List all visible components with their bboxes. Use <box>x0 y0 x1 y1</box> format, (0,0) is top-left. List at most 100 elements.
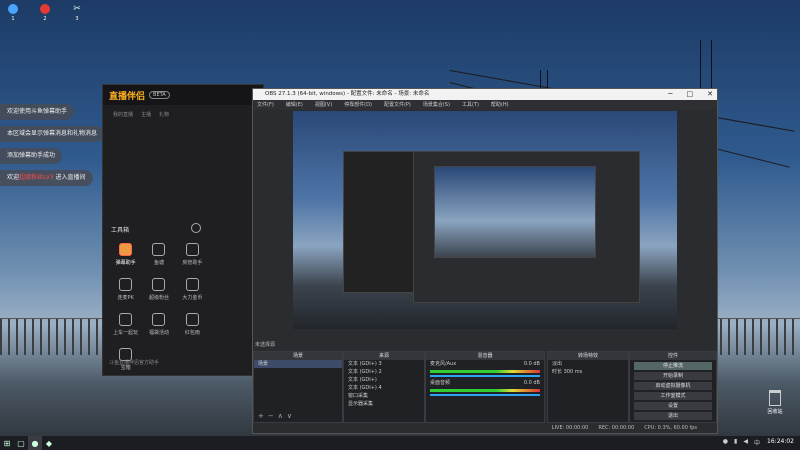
tool-danmu-assistant[interactable]: 弹幕助手 <box>109 243 142 266</box>
toolbox-close-icon[interactable] <box>191 223 201 233</box>
obs-statusbar: LIVE: 00:00:00 REC: 00:00:00 CPU: 0.3%, … <box>253 423 717 433</box>
sources-title: 来源 <box>344 352 424 360</box>
desktop-volume-slider[interactable] <box>430 394 540 396</box>
cpu-status: CPU: 0.3%, 60.00 fps <box>644 425 697 431</box>
language-icon[interactable]: 中 <box>754 438 760 447</box>
coin-icon <box>185 278 199 291</box>
tab-gifts[interactable]: 礼物 <box>159 111 169 118</box>
settings-button[interactable]: 设置 <box>634 402 712 410</box>
pk-icon <box>119 278 133 291</box>
tool-link-pk[interactable]: 连麦PK <box>109 278 142 301</box>
nested-preview-inner <box>434 166 596 258</box>
desktop-search-icon[interactable]: 1 <box>6 4 20 24</box>
windows-start-icon[interactable]: ⊞ <box>0 436 14 450</box>
menu-edit[interactable]: 编辑(E) <box>286 100 303 110</box>
source-item[interactable]: 显示器采集 <box>344 400 424 408</box>
duration-input[interactable]: 300 ms <box>564 369 583 375</box>
virtual-camera-button[interactable]: 启动虚拟摄像机 <box>634 382 712 390</box>
source-item[interactable]: 文本 (GDI+) 4 <box>344 384 424 392</box>
tray-app-icon[interactable]: ● <box>723 438 728 447</box>
recycle-bin-icon <box>769 390 781 406</box>
tool-lucky-bag[interactable]: 福袋活动 <box>142 313 175 336</box>
user-icon <box>185 243 199 256</box>
transitions-dock: 转场特效 淡出 时长 300 ms <box>547 351 629 423</box>
nested-companion-preview <box>343 151 419 293</box>
minimize-icon[interactable]: ─ <box>668 89 672 100</box>
studio-mode-button[interactable]: 工作室模式 <box>634 392 712 400</box>
mixer-dock: 混音器 麦克风/Aux 0.0 dB 桌面音频 0.0 dB <box>425 351 545 423</box>
sources-dock: 来源 文本 (GDI+) 3 文本 (GDI+) 2 文本 (GDI+) 文本 … <box>343 351 425 423</box>
tool-room-manager[interactable]: 房管助手 <box>176 243 209 266</box>
mixer-title: 混音器 <box>426 352 544 360</box>
mic-level-meter <box>430 370 540 373</box>
companion-taskbar-icon[interactable]: ◆ <box>42 436 56 450</box>
transition-select[interactable]: 淡出 <box>548 360 628 368</box>
scenes-dock: 场景 场景 +−∧∨ <box>253 351 343 423</box>
menu-view[interactable]: 视图(V) <box>315 100 332 110</box>
network-icon[interactable]: ▮ <box>734 438 737 447</box>
menu-tools[interactable]: 工具(T) <box>462 100 479 110</box>
danmu-icon <box>119 243 133 256</box>
duration-row: 时长 300 ms <box>552 369 583 375</box>
toolbox-grid: 弹幕助手 鱼塘 房管助手 连麦PK 超级粉丝 大力金币 上车一起玩 福袋活动 红… <box>109 243 209 371</box>
tool-red-packet[interactable]: 红包雨 <box>176 313 209 336</box>
packet-icon <box>185 313 199 326</box>
transitions-title: 转场特效 <box>548 352 628 360</box>
system-tray: ● ▮ ◀ 中 <box>723 438 760 447</box>
scene-item[interactable]: 场景 <box>254 360 342 368</box>
obs-menubar: 文件(F) 编辑(E) 视图(V) 停靠部件(D) 配置文件(P) 场景集合(S… <box>253 100 717 110</box>
start-recording-button[interactable]: 开始录制 <box>634 372 712 380</box>
taskbar-app-icon[interactable]: ▢ <box>14 436 28 450</box>
maximize-icon[interactable]: □ <box>687 89 694 100</box>
obs-preview-canvas[interactable] <box>293 111 677 329</box>
notification-toast: 欢迎使用斗鱼弹幕助手 <box>0 104 75 120</box>
source-item[interactable]: 文本 (GDI+) 3 <box>344 360 424 368</box>
source-item[interactable]: 文本 (GDI+) <box>344 376 424 384</box>
scenes-toolbar[interactable]: +−∧∨ <box>258 412 296 420</box>
obs-docks: 未选择源 场景 场景 +−∧∨ 来源 文本 (GDI+) 3 文本 (GDI+)… <box>253 341 717 433</box>
desktop-red-app-icon[interactable]: 2 <box>38 4 52 24</box>
tool-ride-together[interactable]: 上车一起玩 <box>109 313 142 336</box>
notification-toast: 添加弹幕助手成功 <box>0 148 63 164</box>
menu-file[interactable]: 文件(F) <box>257 100 274 110</box>
close-icon[interactable]: ✕ <box>707 89 713 100</box>
mic-volume-slider[interactable] <box>430 375 540 377</box>
menu-scene-collection[interactable]: 场景集合(S) <box>423 100 450 110</box>
companion-footer: 斗鱼直播伴侣官方助手 <box>109 360 160 366</box>
stop-streaming-button[interactable]: 停止推流 <box>634 362 712 370</box>
exit-button[interactable]: 退出 <box>634 412 712 420</box>
streaming-companion-window: 直播伴侣 BETA 我的直播 主播 礼物 工具箱 弹幕助手 鱼塘 房管助手 连麦… <box>102 84 264 376</box>
car-icon <box>119 313 133 326</box>
beta-badge: BETA <box>149 91 170 99</box>
toolbox-heading: 工具箱 <box>111 227 130 234</box>
desktop-level-meter <box>430 389 540 392</box>
desktop-scissors-icon[interactable]: ✂ 3 <box>70 4 84 24</box>
source-item[interactable]: 文本 (GDI+) 2 <box>344 368 424 376</box>
rec-timer: REC: 00:00:00 <box>598 425 635 431</box>
taskbar-clock[interactable]: 16:24:02 <box>767 438 794 445</box>
companion-tabs: 我的直播 主播 礼物 <box>103 105 263 124</box>
tool-fish-pond[interactable]: 鱼塘 <box>142 243 175 266</box>
bag-icon <box>152 313 166 326</box>
obs-titlebar: OBS 27.1.3 (64-bit, windows) - 配置文件: 未命名… <box>253 89 717 100</box>
source-item[interactable]: 窗口采集 <box>344 392 424 400</box>
pond-icon <box>152 243 166 256</box>
no-source-label: 未选择源 <box>255 342 276 348</box>
mixer-track-name: 麦克风/Aux 0.0 dB <box>430 361 540 367</box>
tab-anchor[interactable]: 主播 <box>141 111 151 118</box>
taskbar: ⊞ ▢ ● ◆ ● ▮ ◀ 中 16:24:02 <box>0 436 800 450</box>
tab-my-live[interactable]: 我的直播 <box>113 111 133 118</box>
obs-taskbar-icon[interactable]: ● <box>28 436 42 450</box>
volume-icon[interactable]: ◀ <box>743 438 748 447</box>
menu-profile[interactable]: 配置文件(P) <box>384 100 411 110</box>
scenes-title: 场景 <box>254 352 342 360</box>
mixer-track-name: 桌面音频 0.0 dB <box>430 380 540 386</box>
menu-docks[interactable]: 停靠部件(D) <box>344 100 372 110</box>
notification-toast: 本区域会显示弹幕消息和礼物消息 <box>0 126 105 142</box>
controls-title: 控件 <box>630 352 716 360</box>
tool-coins[interactable]: 大力金币 <box>176 278 209 301</box>
tool-super-fans[interactable]: 超级粉丝 <box>142 278 175 301</box>
menu-help[interactable]: 帮助(H) <box>491 100 509 110</box>
live-timer: LIVE: 00:00:00 <box>551 425 589 431</box>
recycle-bin[interactable]: 回收站 <box>764 390 786 415</box>
